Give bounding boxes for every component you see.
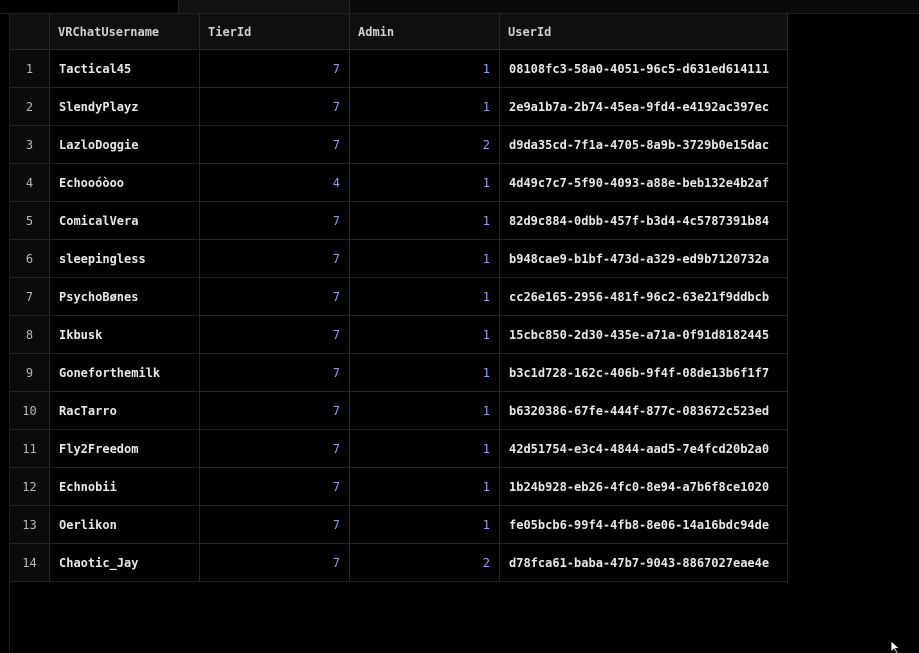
tierid-cell[interactable]: 7 xyxy=(200,392,350,429)
userid-cell[interactable]: 82d9c884-0dbb-457f-b3d4-4c5787391b84 xyxy=(500,202,788,239)
userid-cell[interactable]: 15cbc850-2d30-435e-a71a-0f91d8182445 xyxy=(500,316,788,353)
username-cell[interactable]: Echooóòoo xyxy=(50,164,200,201)
table-row[interactable]: 12 Echnobii 7 1 1b24b928-eb26-4fc0-8e94-a7b6… xyxy=(10,468,788,506)
userid-cell[interactable]: cc26e165-2956-481f-96c2-63e21f9ddbcb xyxy=(500,278,788,315)
admin-cell[interactable]: 1 xyxy=(350,88,500,125)
table-row[interactable]: 9 Goneforthemilk 7 1 b3c1d728-162c-406b-9f4f… xyxy=(10,354,788,392)
username-cell[interactable]: SlendyPlayz xyxy=(50,88,200,125)
tab-inactive[interactable] xyxy=(179,0,350,13)
userid-cell[interactable]: d9da35cd-7f1a-4705-8a9b-3729b0e15dac xyxy=(500,126,788,163)
table-row[interactable]: 3 LazloDoggie 7 2 d9da35cd-7f1a-4705-8a9b-37… xyxy=(10,126,788,164)
row-number-cell[interactable]: 9 xyxy=(10,354,50,391)
row-number-cell[interactable]: 6 xyxy=(10,240,50,277)
tierid-cell[interactable]: 4 xyxy=(200,164,350,201)
username-cell[interactable]: sleepingless xyxy=(50,240,200,277)
row-number-cell[interactable]: 3 xyxy=(10,126,50,163)
row-number-cell[interactable]: 13 xyxy=(10,506,50,543)
tierid-cell[interactable]: 7 xyxy=(200,544,350,581)
column-header-username[interactable]: VRChatUsername xyxy=(50,14,200,49)
table-row[interactable]: 6 sleepingless 7 1 b948cae9-b1bf-473d-a329-e… xyxy=(10,240,788,278)
tierid-cell[interactable]: 7 xyxy=(200,88,350,125)
row-number-cell[interactable]: 4 xyxy=(10,164,50,201)
admin-cell[interactable]: 1 xyxy=(350,354,500,391)
tierid-cell[interactable]: 7 xyxy=(200,50,350,87)
row-number-header xyxy=(10,14,50,49)
column-header-admin[interactable]: Admin xyxy=(350,14,500,49)
userid-cell[interactable]: b948cae9-b1bf-473d-a329-ed9b7120732a xyxy=(500,240,788,277)
mouse-pointer-icon xyxy=(890,640,901,653)
tierid-cell[interactable]: 7 xyxy=(200,506,350,543)
tierid-cell[interactable]: 7 xyxy=(200,430,350,467)
userid-cell[interactable]: 1b24b928-eb26-4fc0-8e94-a7b6f8ce1020 xyxy=(500,468,788,505)
table-row[interactable]: 7 PsychoBønes 7 1 cc26e165-2956-481f-96c2-63… xyxy=(10,278,788,316)
tierid-cell[interactable]: 7 xyxy=(200,278,350,315)
table-row[interactable]: 14 Chaotic_Jay 7 2 d78fca61-baba-47b7-9043-8… xyxy=(10,544,788,582)
admin-cell[interactable]: 1 xyxy=(350,430,500,467)
row-number-cell[interactable]: 7 xyxy=(10,278,50,315)
row-number-cell[interactable]: 8 xyxy=(10,316,50,353)
tierid-cell[interactable]: 7 xyxy=(200,354,350,391)
username-cell[interactable]: LazloDoggie xyxy=(50,126,200,163)
admin-cell[interactable]: 1 xyxy=(350,392,500,429)
admin-cell[interactable]: 1 xyxy=(350,240,500,277)
username-cell[interactable]: Goneforthemilk xyxy=(50,354,200,391)
tierid-cell[interactable]: 7 xyxy=(200,316,350,353)
username-cell[interactable]: PsychoBønes xyxy=(50,278,200,315)
username-cell[interactable]: Chaotic_Jay xyxy=(50,544,200,581)
table-row[interactable]: 4 Echooóòoo 4 1 4d49c7c7-5f90-4093-a88e-beb1… xyxy=(10,164,788,202)
table-row[interactable]: 11 Fly2Freedom 7 1 42d51754-e3c4-4844-aad5-7… xyxy=(10,430,788,468)
admin-cell[interactable]: 2 xyxy=(350,126,500,163)
admin-cell[interactable]: 1 xyxy=(350,278,500,315)
table-row[interactable]: 8 Ikbusk 7 1 15cbc850-2d30-435e-a71a-0f91d81… xyxy=(10,316,788,354)
admin-cell[interactable]: 1 xyxy=(350,468,500,505)
row-number-cell[interactable]: 2 xyxy=(10,88,50,125)
row-number-cell[interactable]: 5 xyxy=(10,202,50,239)
header-row: VRChatUsername TierId Admin UserId xyxy=(10,14,788,50)
row-number-cell[interactable]: 11 xyxy=(10,430,50,467)
row-number-cell[interactable]: 14 xyxy=(10,544,50,581)
username-cell[interactable]: Oerlikon xyxy=(50,506,200,543)
column-header-tierid[interactable]: TierId xyxy=(200,14,350,49)
username-cell[interactable]: Echnobii xyxy=(50,468,200,505)
userid-cell[interactable]: fe05bcb6-99f4-4fb8-8e06-14a16bdc94de xyxy=(500,506,788,543)
admin-cell[interactable]: 1 xyxy=(350,50,500,87)
tierid-cell[interactable]: 7 xyxy=(200,126,350,163)
table-row[interactable]: 13 Oerlikon 7 1 fe05bcb6-99f4-4fb8-8e06-14a1… xyxy=(10,506,788,544)
username-cell[interactable]: Tactical45 xyxy=(50,50,200,87)
tab-strip xyxy=(0,0,919,14)
userid-cell[interactable]: b6320386-67fe-444f-877c-083672c523ed xyxy=(500,392,788,429)
table-row[interactable]: 1 Tactical45 7 1 08108fc3-58a0-4051-96c5-d63… xyxy=(10,50,788,88)
admin-cell[interactable]: 2 xyxy=(350,544,500,581)
row-number-cell[interactable]: 1 xyxy=(10,50,50,87)
userid-cell[interactable]: 08108fc3-58a0-4051-96c5-d631ed614111 xyxy=(500,50,788,87)
results-grid: VRChatUsername TierId Admin UserId 1 Tact… xyxy=(10,14,788,582)
username-cell[interactable]: RacTarro xyxy=(50,392,200,429)
userid-cell[interactable]: 4d49c7c7-5f90-4093-a88e-beb132e4b2af xyxy=(500,164,788,201)
table-row[interactable]: 2 SlendyPlayz 7 1 2e9a1b7a-2b74-45ea-9fd4-e4… xyxy=(10,88,788,126)
userid-cell[interactable]: 42d51754-e3c4-4844-aad5-7e4fcd20b2a0 xyxy=(500,430,788,467)
tab-active[interactable] xyxy=(0,0,179,13)
table-row[interactable]: 10 RacTarro 7 1 b6320386-67fe-444f-877c-0836… xyxy=(10,392,788,430)
admin-cell[interactable]: 1 xyxy=(350,164,500,201)
column-header-userid[interactable]: UserId xyxy=(500,14,788,49)
admin-cell[interactable]: 1 xyxy=(350,506,500,543)
admin-cell[interactable]: 1 xyxy=(350,316,500,353)
userid-cell[interactable]: 2e9a1b7a-2b74-45ea-9fd4-e4192ac397ec xyxy=(500,88,788,125)
username-cell[interactable]: ComicalVera xyxy=(50,202,200,239)
admin-cell[interactable]: 1 xyxy=(350,202,500,239)
username-cell[interactable]: Fly2Freedom xyxy=(50,430,200,467)
tierid-cell[interactable]: 7 xyxy=(200,240,350,277)
userid-cell[interactable]: b3c1d728-162c-406b-9f4f-08de13b6f1f7 xyxy=(500,354,788,391)
userid-cell[interactable]: d78fca61-baba-47b7-9043-8867027eae4e xyxy=(500,544,788,581)
table-row[interactable]: 5 ComicalVera 7 1 82d9c884-0dbb-457f-b3d4-4c… xyxy=(10,202,788,240)
tierid-cell[interactable]: 7 xyxy=(200,468,350,505)
row-number-cell[interactable]: 12 xyxy=(10,468,50,505)
username-cell[interactable]: Ikbusk xyxy=(50,316,200,353)
row-number-cell[interactable]: 10 xyxy=(10,392,50,429)
tierid-cell[interactable]: 7 xyxy=(200,202,350,239)
table-body: 1 Tactical45 7 1 08108fc3-58a0-4051-96c5-d63… xyxy=(10,50,788,582)
